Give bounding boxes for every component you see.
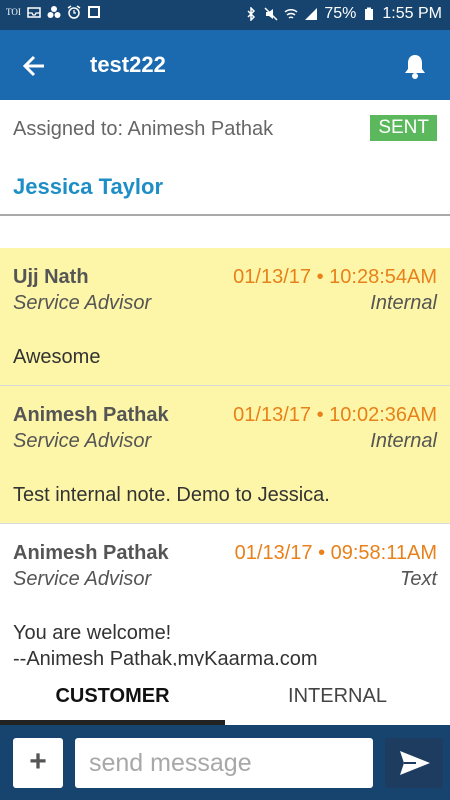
app-bar: test222 <box>0 30 450 100</box>
message-role: Service Advisor <box>13 568 152 590</box>
message-composer: + <box>0 725 450 800</box>
mute-icon <box>264 7 278 21</box>
message-item: Ujj Nath 01/13/17 • 10:28:54AM Service A… <box>0 248 450 386</box>
send-button[interactable] <box>385 738 443 788</box>
message-item: Animesh Pathak 01/13/17 • 09:58:11AM Ser… <box>0 524 450 666</box>
message-role: Service Advisor <box>13 292 152 314</box>
battery-percent: 75% <box>324 5 357 22</box>
message-list[interactable]: Ujj Nath 01/13/17 • 10:28:54AM Service A… <box>0 248 450 666</box>
screenshot-icon <box>87 6 100 18</box>
message-body: Test internal note. Demo to Jessica. <box>13 484 330 506</box>
add-attachment-button[interactable]: + <box>13 738 63 788</box>
bluetooth-icon <box>247 7 256 21</box>
tab-bar: CUSTOMER INTERNAL <box>0 667 450 725</box>
inbox-icon <box>27 7 41 18</box>
message-item: Animesh Pathak 01/13/17 • 10:02:36AM Ser… <box>0 386 450 524</box>
dots-icon <box>47 6 61 18</box>
status-bar: TOI 75% 1:55 PM <box>0 0 450 30</box>
message-timestamp: 01/13/17 • 10:28:54AM <box>233 266 437 288</box>
bell-icon[interactable] <box>402 52 428 80</box>
message-timestamp: 01/13/17 • 09:58:11AM <box>234 542 437 564</box>
message-type: Internal <box>370 430 437 452</box>
status-badge: SENT <box>370 115 437 141</box>
message-timestamp: 01/13/17 • 10:02:36AM <box>233 404 437 426</box>
message-input[interactable] <box>75 738 373 788</box>
toi-icon: TOI <box>6 7 21 17</box>
back-arrow-icon[interactable] <box>20 52 48 80</box>
message-type: Internal <box>370 292 437 314</box>
message-body: Awesome <box>13 346 101 368</box>
message-body: You are welcome! --Animesh Pathak,myKaar… <box>13 622 318 666</box>
alarm-icon <box>67 5 81 19</box>
message-sender: Ujj Nath <box>13 266 89 288</box>
signal-icon <box>305 8 318 20</box>
message-sender: Animesh Pathak <box>13 404 169 426</box>
tab-customer[interactable]: CUSTOMER <box>0 667 225 725</box>
send-icon <box>400 751 430 775</box>
wifi-icon <box>284 8 298 19</box>
customer-name-link[interactable]: Jessica Taylor <box>13 174 163 200</box>
battery-icon <box>365 7 374 20</box>
tab-internal[interactable]: INTERNAL <box>225 667 450 725</box>
message-sender: Animesh Pathak <box>13 542 169 564</box>
message-type: Text <box>399 568 437 590</box>
conversation-title: test222 <box>90 52 166 77</box>
assigned-to-label: Assigned to: Animesh Pathak <box>13 118 274 140</box>
clock: 1:55 PM <box>382 5 442 22</box>
message-role: Service Advisor <box>13 430 152 452</box>
ticket-header: Assigned to: Animesh Pathak SENT Jessica… <box>0 100 450 216</box>
